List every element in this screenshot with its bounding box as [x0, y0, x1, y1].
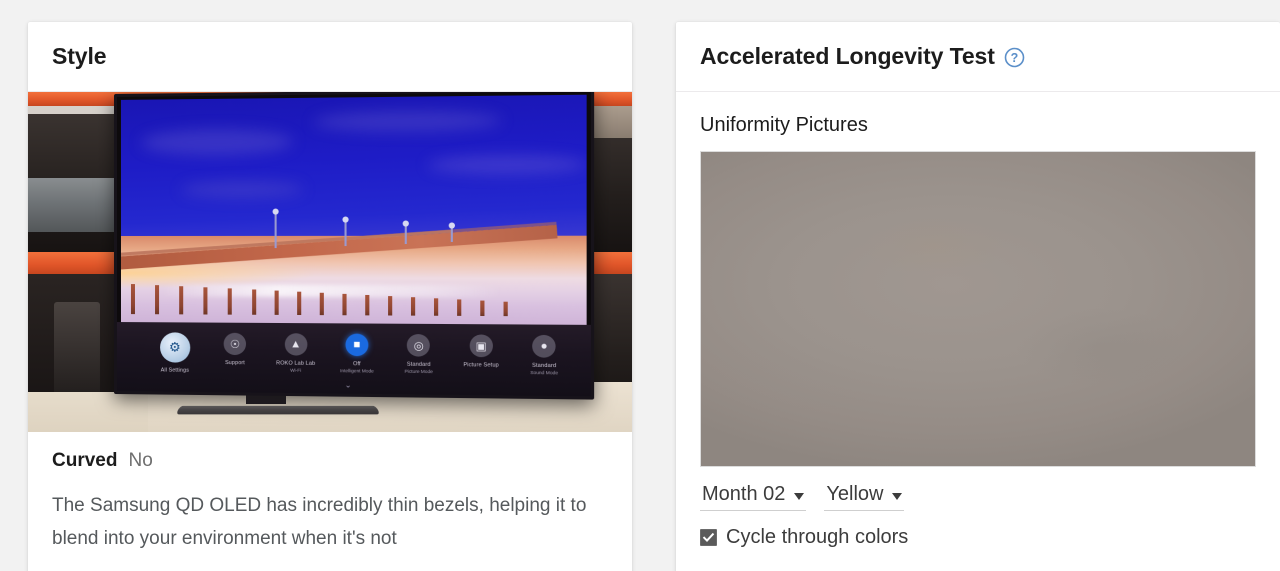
tv-screen — [120, 94, 587, 325]
color-dropdown-label: Yellow — [826, 483, 884, 505]
intelligent-mode-icon: ■ — [345, 333, 369, 357]
osd-item-sub: Intelligent Mode — [340, 368, 374, 374]
pier-piling — [274, 290, 279, 315]
settings-icon: ⚙ — [159, 332, 190, 363]
color-dropdown[interactable]: Yellow — [824, 483, 905, 511]
screen-water-shine — [161, 284, 502, 298]
help-circle-icon[interactable]: ? — [1004, 47, 1025, 68]
spec-label: Curved — [52, 450, 118, 471]
spec-row-curved: Curved No — [52, 432, 608, 472]
chevron-down-icon: ⌄ — [344, 380, 355, 390]
uniformity-controls: Month 02 Yellow — [676, 467, 1280, 511]
cycle-colors-label: Cycle through colors — [726, 526, 909, 548]
osd-item-sub: Sound Mode — [530, 370, 559, 376]
osd-item-all-settings: ⚙ All Settings — [145, 332, 205, 375]
osd-item-sub: Picture Mode — [404, 369, 433, 375]
uniformity-section-title: Uniformity Pictures — [700, 114, 868, 136]
spec-value: No — [128, 450, 153, 471]
pier-piling — [342, 293, 347, 316]
pier-piling — [179, 286, 184, 315]
page-title: Style — [52, 43, 107, 69]
longevity-card: Accelerated Longevity Test ? Uniformity … — [676, 22, 1280, 571]
picture-setup-icon: ▣ — [469, 334, 493, 358]
sound-mode-icon: ● — [532, 334, 556, 358]
longevity-card-header: Accelerated Longevity Test ? — [676, 22, 1280, 92]
tv-osd-menu: ⚙ All Settings ☉ Support ▲ ROKO Lab Lab — [145, 332, 576, 379]
month-dropdown[interactable]: Month 02 — [700, 483, 807, 511]
tv-product-photo: ⚙ All Settings ☉ Support ▲ ROKO Lab Lab — [28, 92, 632, 432]
picture-mode-icon: ◎ — [407, 334, 431, 357]
cycle-colors-checkbox-row[interactable]: Cycle through colors — [676, 511, 1280, 547]
pier-lamp — [450, 227, 453, 242]
pier-lamp — [404, 225, 407, 244]
pier-lamp — [344, 221, 347, 247]
osd-item-picture-mode: ◎ Standard Picture Mode — [388, 334, 450, 376]
osd-item-picture-setup: ▣ Picture Setup — [450, 334, 513, 370]
style-card-header: Style — [28, 22, 632, 92]
pier-piling — [457, 299, 462, 316]
pier-piling — [252, 289, 257, 315]
style-card-body: Curved No The Samsung QD OLED has incred… — [28, 432, 632, 556]
pier-piling — [410, 297, 416, 316]
style-card: Style ⚙ All Settings ☉ Support ▲ ROKO La… — [28, 22, 632, 571]
osd-item-support: ☉ Support — [205, 332, 265, 368]
longevity-title: Accelerated Longevity Test — [700, 43, 995, 69]
osd-item-sound-mode: ● Standard Sound Mode — [513, 334, 576, 377]
svg-text:?: ? — [1010, 51, 1018, 65]
cycle-colors-checkbox[interactable] — [700, 528, 717, 546]
pier-lamp — [274, 213, 277, 249]
style-description: The Samsung QD OLED has incredibly thin … — [52, 495, 587, 550]
month-dropdown-label: Month 02 — [702, 483, 786, 505]
pier-piling — [297, 291, 302, 316]
pier-piling — [480, 300, 485, 317]
pier-piling — [388, 296, 393, 316]
pier-piling — [319, 292, 324, 316]
pier-piling — [155, 285, 160, 315]
pier-piling — [130, 284, 135, 315]
osd-item-label: Support — [225, 359, 245, 367]
osd-item-label: All Settings — [160, 367, 190, 374]
pier-piling — [365, 294, 370, 316]
uniformity-test-image — [700, 151, 1256, 467]
tv-stand-base — [175, 405, 381, 415]
chevron-down-icon — [794, 493, 805, 500]
wifi-icon: ▲ — [284, 333, 307, 356]
osd-item-intelligent-mode: ■ Off Intelligent Mode — [326, 333, 388, 375]
pier-piling — [503, 301, 508, 317]
photo-left-object — [54, 302, 100, 398]
pier-piling — [227, 288, 232, 315]
support-icon: ☉ — [223, 332, 247, 356]
pier-piling — [434, 298, 439, 316]
osd-item-sub: Wi-Fi — [290, 367, 302, 374]
tv-osd-panel: ⚙ All Settings ☉ Support ▲ ROKO Lab Lab — [116, 322, 591, 397]
pier-piling — [203, 287, 208, 315]
osd-item-wifi: ▲ ROKO Lab Lab Wi-Fi — [265, 333, 326, 374]
television: ⚙ All Settings ☉ Support ▲ ROKO Lab Lab — [114, 92, 595, 400]
osd-item-label: Picture Setup — [463, 362, 499, 369]
chevron-down-icon — [892, 493, 903, 500]
page-root: Style ⚙ All Settings ☉ Support ▲ ROKO La… — [0, 0, 1280, 571]
